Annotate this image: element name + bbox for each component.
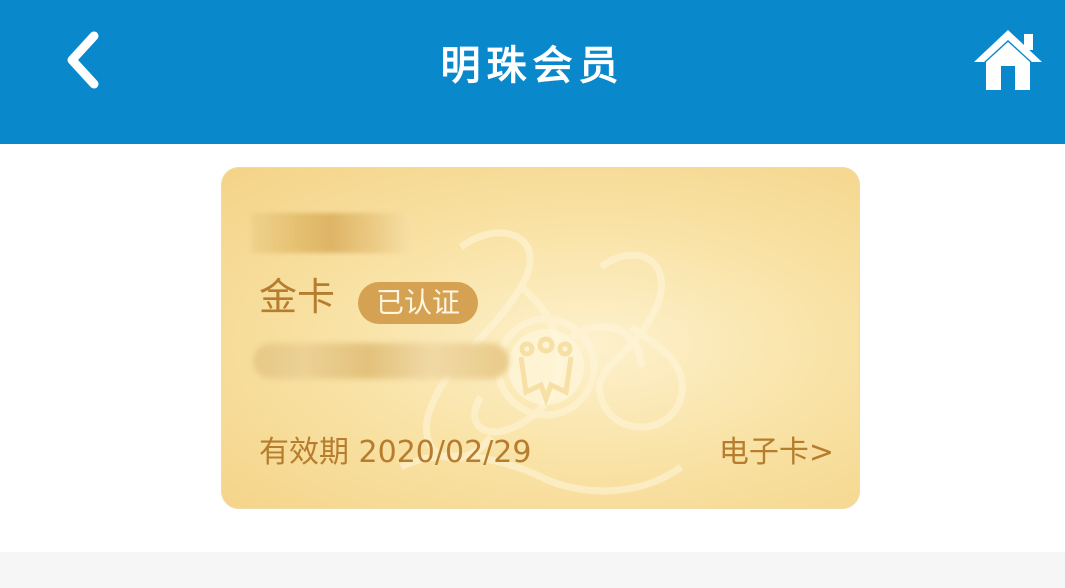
page-title: 明珠会员: [440, 43, 625, 89]
verified-badge: 已认证: [358, 282, 478, 324]
home-button[interactable]: [972, 26, 1044, 94]
home-icon: [974, 30, 1042, 90]
bottom-divider: [0, 552, 1065, 588]
card-number-redacted: [253, 343, 509, 379]
card-tier-label: 金卡: [259, 275, 336, 319]
expiry-date: 有效期 2020/02/29: [259, 435, 532, 470]
member-name-redacted: [251, 213, 411, 253]
ecard-link[interactable]: 电子卡>: [719, 430, 834, 476]
membership-card[interactable]: 金卡 已认证 有效期 2020/02/29 电子卡>: [221, 167, 860, 509]
header-bar: 明珠会员: [0, 0, 1065, 144]
